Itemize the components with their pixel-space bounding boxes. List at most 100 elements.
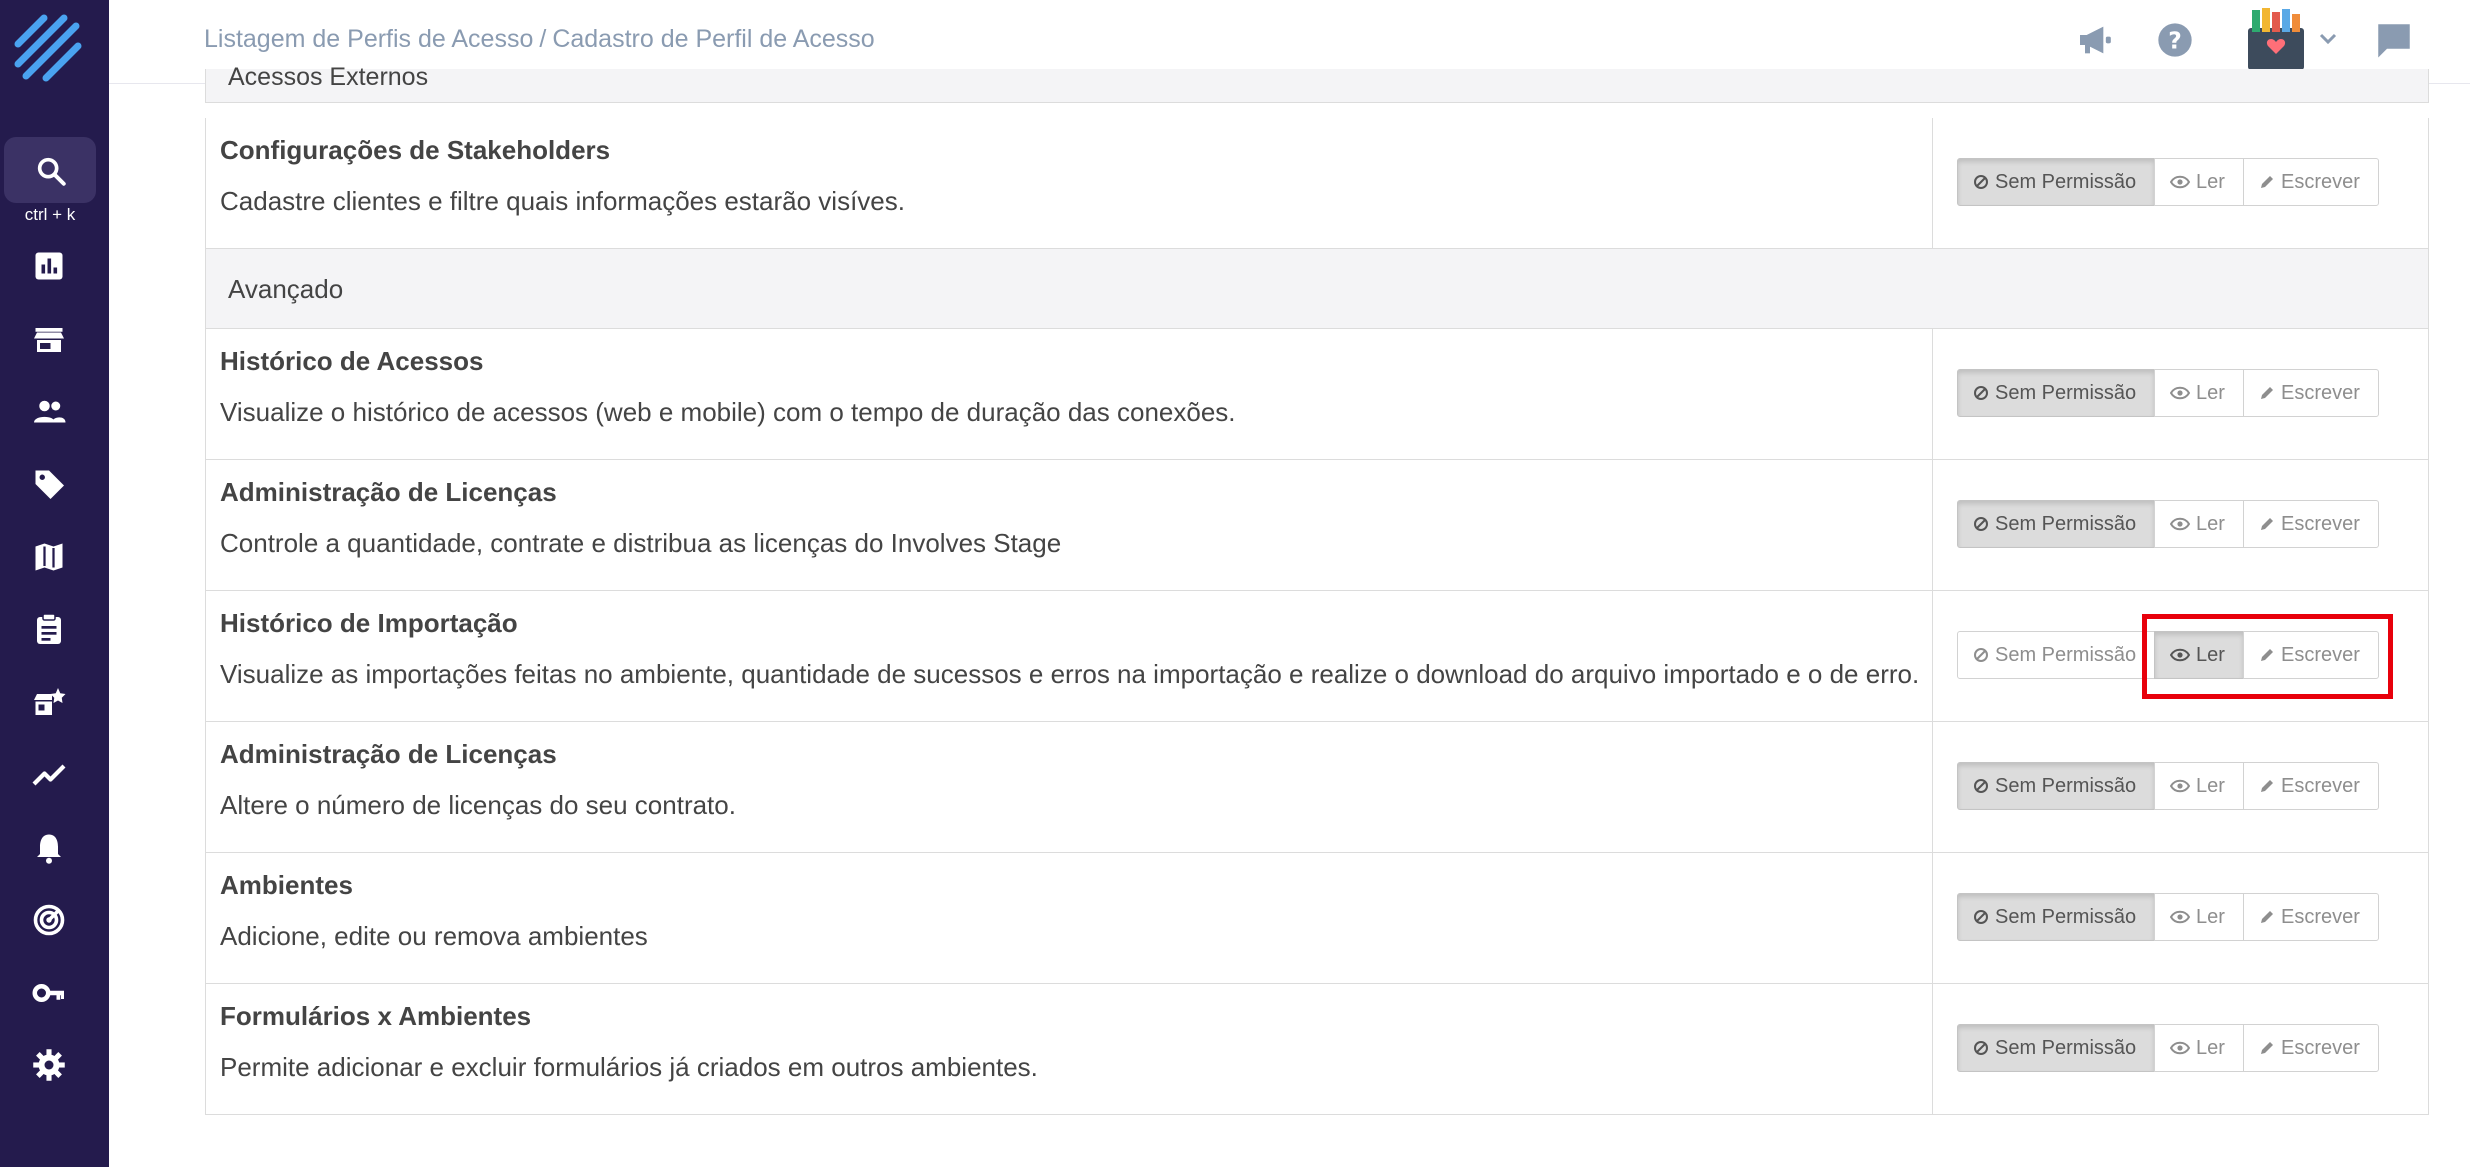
read-button[interactable]: Ler xyxy=(2154,369,2244,417)
read-button[interactable]: Ler xyxy=(2154,762,2244,810)
gear-icon[interactable] xyxy=(31,1047,67,1083)
no-permission-button[interactable]: Sem Permissão xyxy=(1957,158,2155,206)
no-permission-label: Sem Permissão xyxy=(1995,170,2137,193)
no-permission-label: Sem Permissão xyxy=(1995,512,2137,535)
permission-button-group: Sem Permissão Ler Escrever xyxy=(1957,1024,2379,1072)
no-permission-button[interactable]: Sem Permissão xyxy=(1957,500,2155,548)
read-label: Ler xyxy=(2196,170,2225,193)
breadcrumb-link-listing[interactable]: Listagem de Perfis de Acesso xyxy=(204,25,533,53)
permission-title: Configurações de Stakeholders xyxy=(220,135,611,165)
permission-description: Adicione, edite ou remova ambientes xyxy=(220,921,648,951)
map-icon[interactable] xyxy=(31,539,67,575)
permission-info: Administração de Licenças Controle a qua… xyxy=(206,460,1933,590)
search-shortcut-hint: ctrl + k xyxy=(24,205,76,224)
bell-icon[interactable] xyxy=(31,830,67,866)
ban-icon xyxy=(1974,910,1988,924)
eye-icon xyxy=(2170,1041,2190,1055)
read-label: Ler xyxy=(2196,905,2225,928)
permission-description: Permite adicionar e excluir formulários … xyxy=(220,1052,1038,1082)
write-button[interactable]: Escrever xyxy=(2243,369,2379,417)
ban-icon xyxy=(1974,779,1988,793)
read-label: Ler xyxy=(2196,774,2225,797)
permission-description: Cadastre clientes e filtre quais informa… xyxy=(220,186,905,216)
no-permission-label: Sem Permissão xyxy=(1995,1036,2137,1059)
write-button[interactable]: Escrever xyxy=(2243,1024,2379,1072)
clipboard-icon[interactable] xyxy=(31,611,67,647)
permission-info: Formulários x Ambientes Permite adiciona… xyxy=(206,984,1933,1114)
store-icon[interactable] xyxy=(31,322,67,358)
read-button[interactable]: Ler xyxy=(2154,158,2244,206)
chevron-down-icon[interactable] xyxy=(2316,26,2340,50)
permission-title: Administração de Licenças xyxy=(220,739,557,769)
featured-store-icon[interactable] xyxy=(31,685,67,721)
eye-icon xyxy=(2170,386,2190,400)
permission-button-group: Sem Permissão Ler Escrever xyxy=(1957,158,2379,206)
permission-info: Histórico de Acessos Visualize o históri… xyxy=(206,329,1933,459)
megaphone-icon[interactable] xyxy=(2075,20,2115,60)
no-permission-button[interactable]: Sem Permissão xyxy=(1957,631,2155,679)
logo-icon[interactable] xyxy=(14,14,84,84)
write-label: Escrever xyxy=(2281,774,2360,797)
read-button[interactable]: Ler xyxy=(2154,893,2244,941)
no-permission-label: Sem Permissão xyxy=(1995,905,2137,928)
permission-button-group: Sem Permissão Ler Escrever xyxy=(1957,762,2379,810)
no-permission-button[interactable]: Sem Permissão xyxy=(1957,893,2155,941)
write-label: Escrever xyxy=(2281,170,2360,193)
write-button[interactable]: Escrever xyxy=(2243,500,2379,548)
write-button[interactable]: Escrever xyxy=(2243,893,2379,941)
radar-icon[interactable] xyxy=(31,902,67,938)
permission-button-group: Sem Permissão Ler Escrever xyxy=(1957,500,2379,548)
permission-row: Histórico de Acessos Visualize o históri… xyxy=(206,329,2428,460)
permission-info: Histórico de Importação Visualize as imp… xyxy=(206,591,1933,721)
permissions-table: Configurações de Stakeholders Cadastre c… xyxy=(205,118,2429,1115)
pencil-icon xyxy=(2261,518,2273,530)
highlight-box xyxy=(2142,614,2393,699)
breadcrumb-current: Cadastro de Perfil de Acesso xyxy=(552,25,875,53)
write-label: Escrever xyxy=(2281,381,2360,404)
tag-icon[interactable] xyxy=(31,466,67,502)
eye-icon xyxy=(2170,779,2190,793)
breadcrumb-separator: / xyxy=(539,25,547,53)
chat-icon[interactable] xyxy=(2373,19,2415,61)
permission-title: Histórico de Acessos xyxy=(220,346,484,376)
avatar[interactable] xyxy=(2242,6,2310,72)
no-permission-button[interactable]: Sem Permissão xyxy=(1957,762,2155,810)
search-button[interactable] xyxy=(4,137,96,203)
write-button[interactable]: Escrever xyxy=(2243,762,2379,810)
permission-row: Formulários x Ambientes Permite adiciona… xyxy=(206,984,2428,1115)
ban-icon xyxy=(1974,517,1988,531)
trend-icon[interactable] xyxy=(31,757,67,793)
read-button[interactable]: Ler xyxy=(2154,500,2244,548)
read-button[interactable]: Ler xyxy=(2154,1024,2244,1072)
pencil-icon xyxy=(2261,911,2273,923)
key-icon[interactable] xyxy=(31,975,67,1011)
write-label: Escrever xyxy=(2281,1036,2360,1059)
section-title-external: Acessos Externos xyxy=(228,63,429,91)
permission-description: Controle a quantidade, contrate e distri… xyxy=(220,528,1062,558)
search-icon xyxy=(37,157,66,186)
permission-title: Formulários x Ambientes xyxy=(220,1001,532,1031)
read-label: Ler xyxy=(2196,512,2225,535)
pencil-icon xyxy=(2261,780,2273,792)
write-button[interactable]: Escrever xyxy=(2243,158,2379,206)
help-icon[interactable]: ? xyxy=(2155,20,2195,60)
read-label: Ler xyxy=(2196,381,2225,404)
breadcrumb: Listagem de Perfis de Acesso / Cadastro de… xyxy=(204,25,875,54)
no-permission-label: Sem Permissão xyxy=(1995,774,2137,797)
eye-icon xyxy=(2170,175,2190,189)
people-icon[interactable] xyxy=(31,394,67,430)
permission-description: Visualize o histórico de acessos (web e … xyxy=(220,397,1236,427)
no-permission-button[interactable]: Sem Permissão xyxy=(1957,1024,2155,1072)
permission-button-group: Sem Permissão Ler Escrever xyxy=(1957,369,2379,417)
write-label: Escrever xyxy=(2281,905,2360,928)
section-header-external: Acessos Externos xyxy=(205,63,2429,103)
pencil-icon xyxy=(2261,387,2273,399)
dashboard-icon[interactable] xyxy=(31,248,67,284)
no-permission-button[interactable]: Sem Permissão xyxy=(1957,369,2155,417)
no-permission-label: Sem Permissão xyxy=(1995,381,2137,404)
ban-icon xyxy=(1974,386,1988,400)
ban-icon xyxy=(1974,648,1988,662)
section-title-advanced: Avançado xyxy=(228,274,344,304)
pencil-icon xyxy=(2261,176,2273,188)
permission-row: Ambientes Adicione, edite ou remova ambi… xyxy=(206,853,2428,984)
